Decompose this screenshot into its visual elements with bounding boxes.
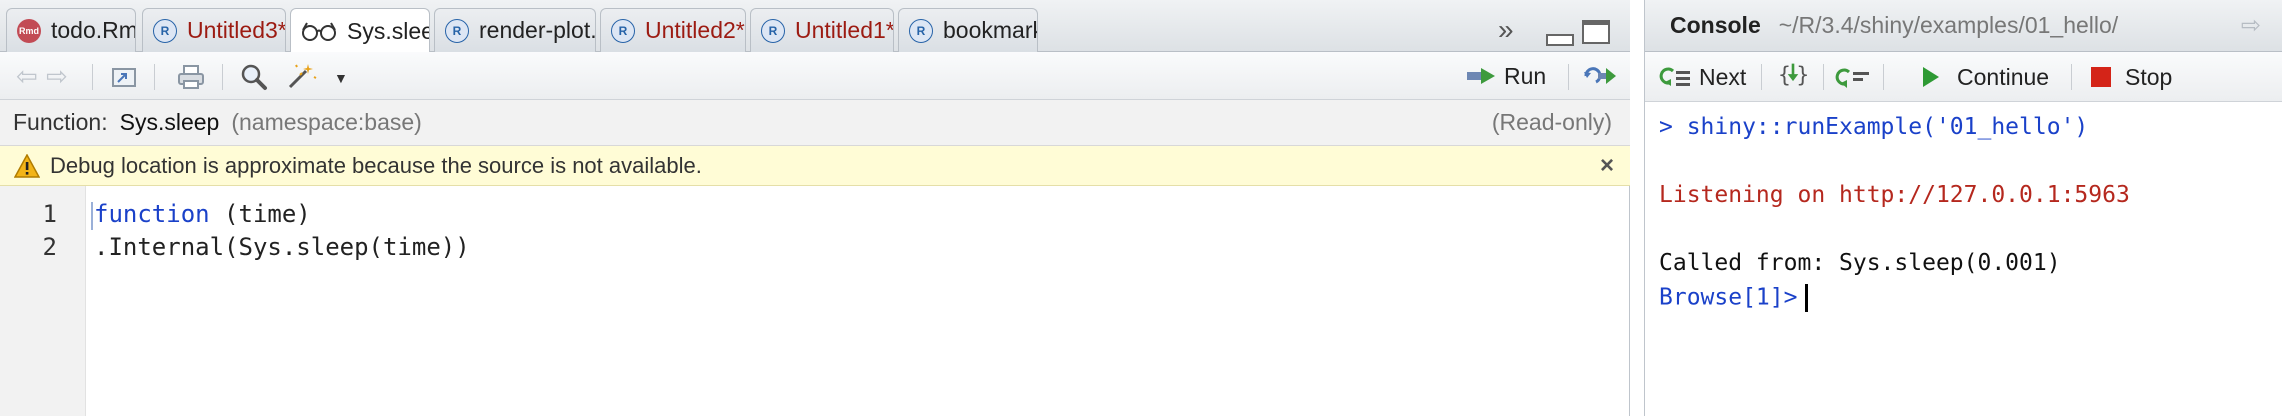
tab-todo-rmd[interactable]: Rmd todo.Rmd × bbox=[6, 8, 136, 52]
code-text: (time) bbox=[209, 200, 311, 228]
minimize-pane-icon[interactable] bbox=[1546, 34, 1574, 46]
go-to-directory-arrow-icon[interactable]: ⇨ bbox=[2241, 11, 2261, 40]
line-number-gutter: 1 2 bbox=[0, 186, 86, 416]
code-editor[interactable]: function (time) .Internal(Sys.sleep(time… bbox=[86, 186, 1629, 416]
browse-prompt: Browse[1]> bbox=[1659, 284, 1798, 311]
r-file-icon: R bbox=[909, 18, 933, 43]
code-tools-wand-icon[interactable] bbox=[286, 61, 320, 91]
toolbar-divider bbox=[1883, 64, 1884, 90]
show-in-window-icon[interactable] bbox=[110, 64, 138, 90]
tab-label: render-plot.R bbox=[479, 17, 596, 43]
step-next-icon bbox=[1659, 67, 1690, 86]
tab-render-plot[interactable]: R render-plot.R bbox=[434, 8, 596, 52]
text-caret bbox=[1805, 284, 1809, 312]
console-output[interactable]: > shiny::runExample('01_hello') Listenin… bbox=[1645, 102, 2282, 416]
toolbar-divider bbox=[154, 64, 155, 90]
debug-location-notice: Debug location is approximate because th… bbox=[0, 146, 1630, 186]
tab-bookmark[interactable]: R bookmark-st bbox=[898, 8, 1038, 52]
step-into-icon[interactable]: { } bbox=[1775, 61, 1811, 89]
view-only-glasses-icon bbox=[302, 22, 336, 41]
toolbar-divider bbox=[2071, 64, 2072, 90]
line-number: 2 bbox=[42, 233, 57, 261]
toolbar-divider bbox=[1761, 64, 1762, 90]
chevron-down-icon[interactable]: ▼ bbox=[334, 64, 348, 92]
line-number: 1 bbox=[42, 200, 57, 228]
function-name: Sys.sleep bbox=[119, 109, 220, 135]
toolbar-divider bbox=[92, 64, 93, 90]
editor-tab-strip: Rmd todo.Rmd × R Untitled3* × Sys.sleep … bbox=[0, 0, 1630, 53]
debug-toolbar: Next { } Continue Stop bbox=[1645, 52, 2282, 102]
r-file-icon: R bbox=[611, 18, 635, 43]
editor-cursor bbox=[91, 202, 93, 230]
back-arrow-icon[interactable]: ⇦ bbox=[16, 62, 38, 90]
console-called-from-line: Called from: Sys.sleep(0.001) bbox=[1659, 250, 2061, 276]
console-command-line: > shiny::runExample('01_hello') bbox=[1659, 114, 2089, 140]
toolbar-divider bbox=[222, 64, 223, 90]
tab-label: Sys.sleep bbox=[347, 17, 429, 44]
function-label: Function: bbox=[13, 109, 108, 135]
tab-sys-sleep[interactable]: Sys.sleep × bbox=[290, 8, 430, 53]
tab-untitled3[interactable]: R Untitled3* × bbox=[142, 8, 286, 52]
tab-label: todo.Rmd bbox=[51, 17, 135, 43]
run-button[interactable]: Run bbox=[1466, 62, 1546, 90]
run-arrow-icon bbox=[1467, 68, 1495, 84]
debug-notice-message: Debug location is approximate because th… bbox=[50, 152, 702, 178]
continue-play-icon bbox=[1923, 67, 1939, 87]
print-icon[interactable] bbox=[176, 64, 206, 90]
continue-button[interactable]: Continue bbox=[1923, 63, 2049, 91]
stop-button[interactable]: Stop bbox=[2091, 63, 2172, 91]
forward-arrow-icon[interactable]: ⇨ bbox=[46, 62, 68, 90]
stop-square-icon bbox=[2091, 67, 2111, 87]
source-pane: Rmd todo.Rmd × R Untitled3* × Sys.sleep … bbox=[0, 0, 1630, 416]
source-toolbar: ⇦ ⇨ ▼ Run bbox=[0, 52, 1630, 100]
code-keyword: function bbox=[94, 200, 210, 228]
read-only-label: (Read-only) bbox=[1491, 109, 1612, 135]
warning-icon bbox=[14, 153, 40, 178]
toolbar-divider bbox=[1568, 64, 1569, 90]
working-directory-path: ~/R/3.4/shiny/examples/01_hello/ bbox=[1778, 12, 2119, 38]
tab-overflow-chevron-icon[interactable]: » bbox=[1498, 14, 1513, 46]
tab-untitled1[interactable]: R Untitled1* × bbox=[750, 8, 894, 52]
code-text: .Internal(Sys.sleep(time)) bbox=[94, 233, 470, 261]
function-namespace: (namespace:base) bbox=[231, 109, 422, 135]
toolbar-divider bbox=[1823, 64, 1824, 90]
console-pane: Console ~/R/3.4/shiny/examples/01_hello/… bbox=[1644, 0, 2282, 416]
search-icon[interactable] bbox=[240, 63, 268, 91]
svg-text:}: } bbox=[1797, 63, 1810, 87]
console-title[interactable]: Console bbox=[1670, 12, 1761, 39]
tab-label: Untitled2* bbox=[645, 17, 745, 43]
continue-label: Continue bbox=[1957, 63, 2050, 90]
maximize-pane-icon[interactable] bbox=[1582, 20, 1610, 44]
console-prompt-line[interactable]: Browse[1]> bbox=[1659, 284, 1809, 312]
rmd-file-icon: Rmd bbox=[17, 18, 41, 43]
next-label: Next bbox=[1699, 63, 1747, 90]
finish-function-icon[interactable] bbox=[1835, 63, 1871, 91]
r-file-icon: R bbox=[761, 18, 785, 43]
code-line: function (time) bbox=[94, 200, 311, 228]
r-file-icon: R bbox=[153, 18, 177, 43]
tab-label: Untitled1* bbox=[795, 17, 894, 43]
tab-untitled2[interactable]: R Untitled2* × bbox=[600, 8, 746, 52]
tab-label: Untitled3* bbox=[187, 17, 286, 43]
console-header: Console ~/R/3.4/shiny/examples/01_hello/… bbox=[1645, 0, 2282, 52]
run-label: Run bbox=[1504, 62, 1547, 89]
code-line: .Internal(Sys.sleep(time)) bbox=[94, 233, 470, 261]
console-listening-line: Listening on http://127.0.0.1:5963 bbox=[1659, 182, 2130, 208]
tab-label: bookmark-st bbox=[943, 17, 1037, 43]
rerun-icon[interactable] bbox=[1582, 64, 1618, 88]
next-button[interactable]: Next bbox=[1659, 63, 1746, 91]
r-file-icon: R bbox=[445, 18, 469, 43]
stop-label: Stop bbox=[2125, 63, 2173, 90]
function-info-bar: Function: Sys.sleep (namespace:base) (Re… bbox=[0, 100, 1630, 146]
close-icon[interactable]: × bbox=[1600, 152, 1614, 180]
